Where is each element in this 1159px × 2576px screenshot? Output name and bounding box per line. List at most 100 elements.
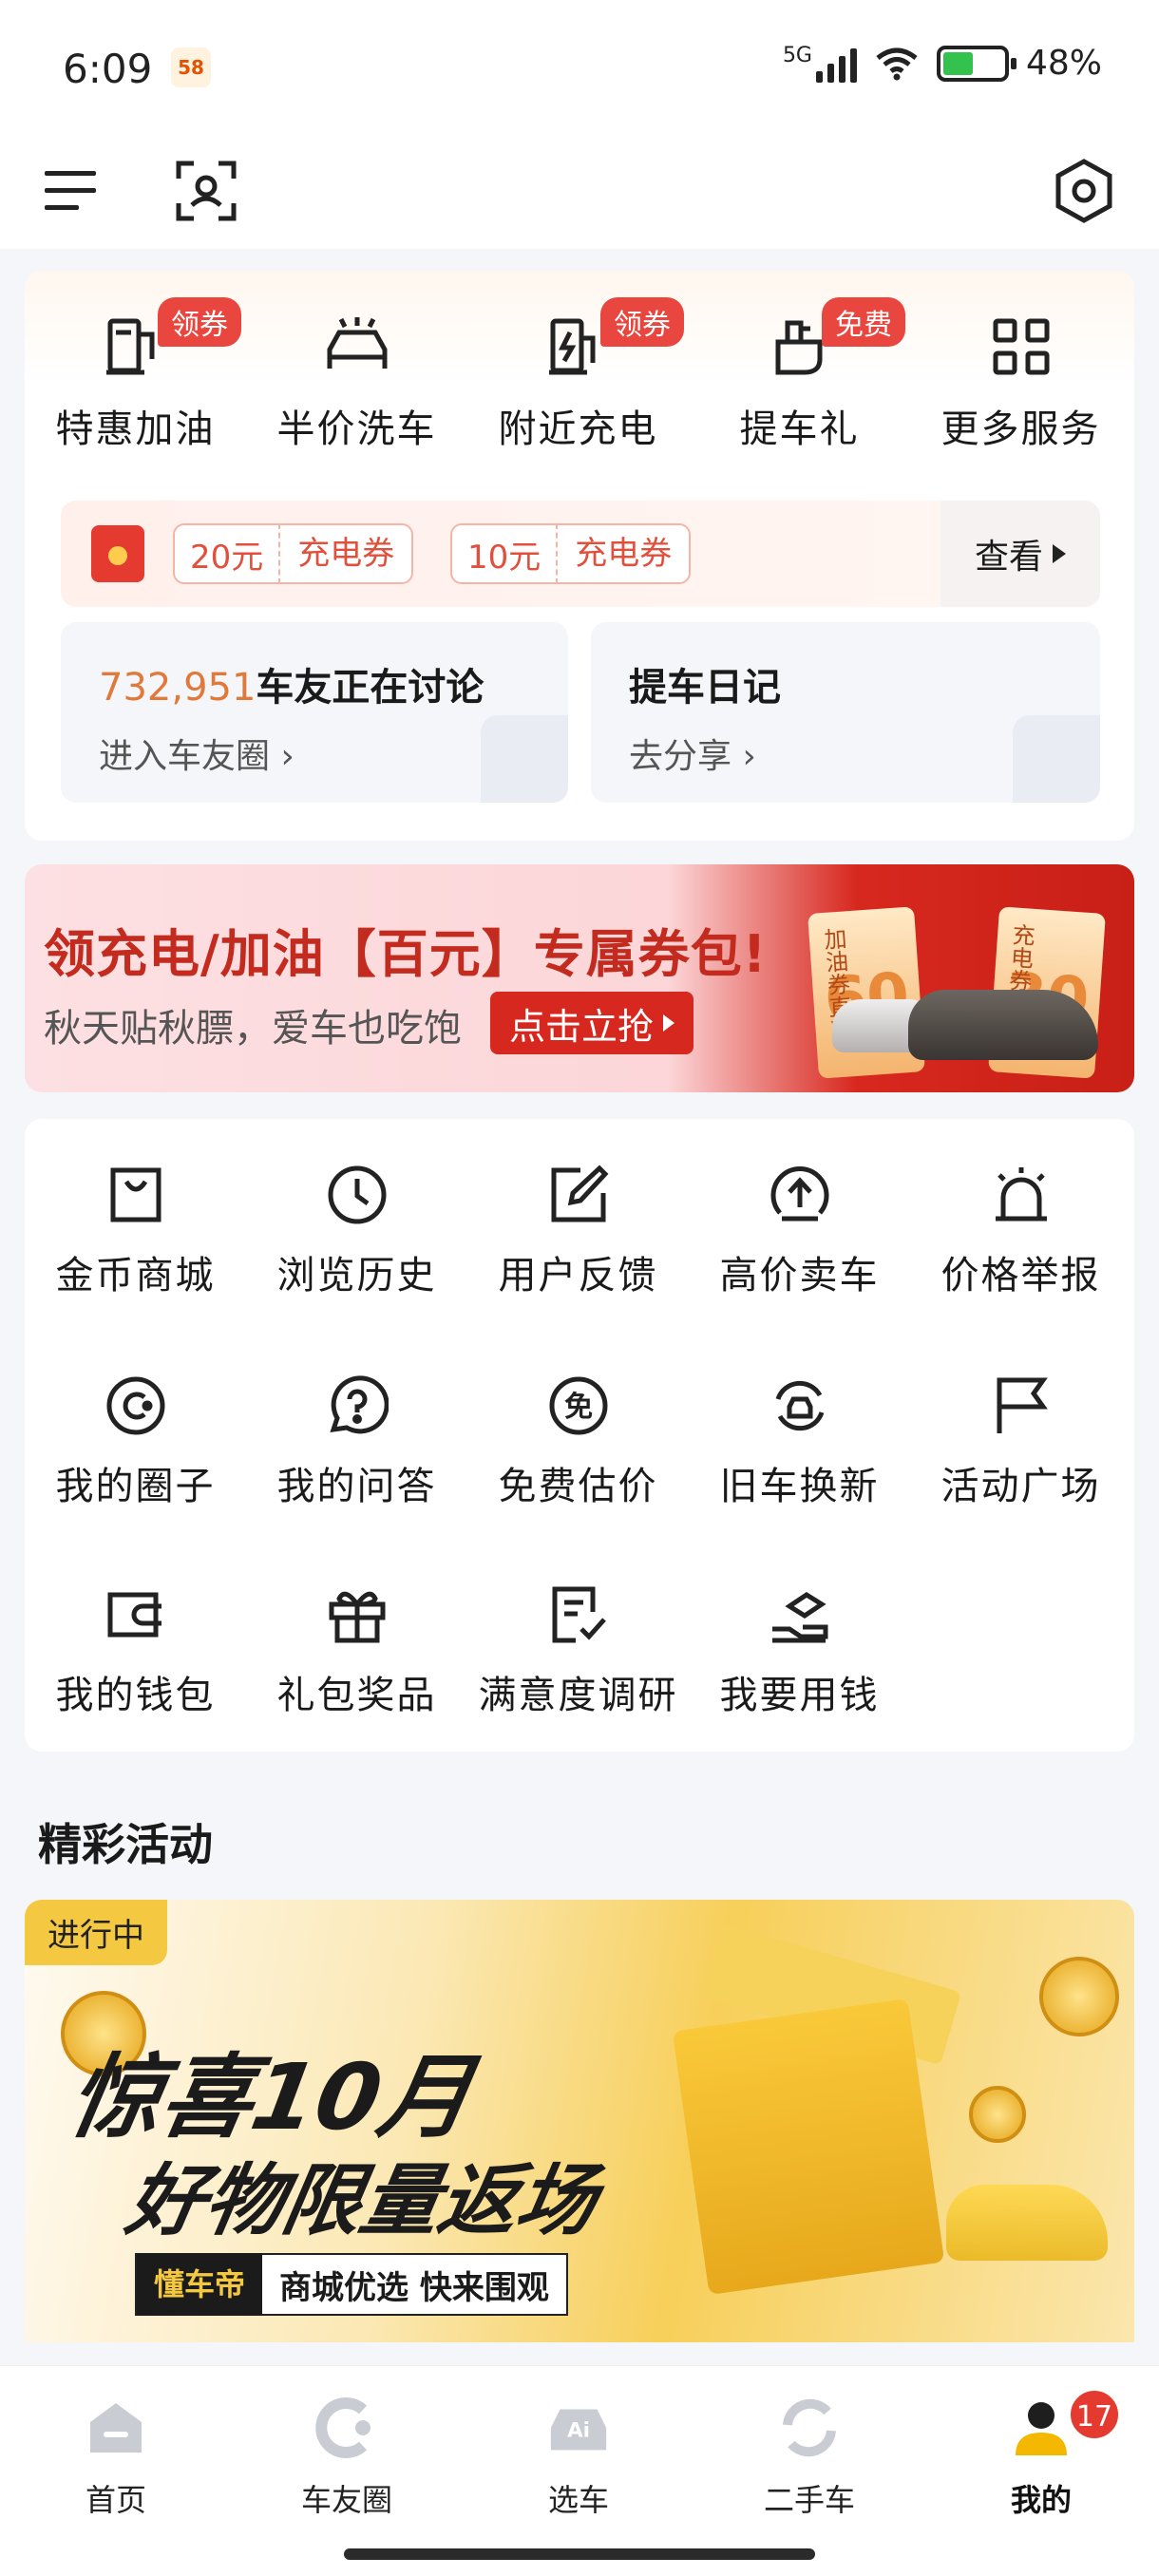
tab-home[interactable]: 首页 (21, 2395, 211, 2520)
services-card: 特惠加油 领券 半价洗车 附近充电 领券 提车礼 免费 更多服务 20元 充电券… (25, 271, 1134, 841)
coupon-amount: 10元 (467, 538, 542, 577)
service-fuel[interactable]: 特惠加油 领券 (25, 297, 246, 453)
gift-icon (321, 1579, 393, 1651)
coupon-tag: 领券 (600, 297, 684, 347)
tool-label: 用户反馈 (498, 1254, 658, 1297)
app-notification-icon: 58 (171, 47, 211, 87)
coupon-type: 充电券 (278, 523, 411, 584)
coin-icon (1039, 1957, 1119, 2036)
signal-icon (815, 45, 857, 83)
menu-icon[interactable] (38, 158, 104, 224)
tab-label: 首页 (85, 2482, 146, 2518)
free-badge-icon: 免 (542, 1370, 615, 1442)
tool-trade-in[interactable]: 旧车换新 (689, 1370, 910, 1510)
tool-my-qa[interactable]: 我的问答 (246, 1370, 467, 1510)
tool-gift-prizes[interactable]: 礼包奖品 (246, 1579, 467, 1719)
tool-label: 免费估价 (498, 1465, 658, 1508)
service-car-wash[interactable]: 半价洗车 (246, 309, 467, 453)
tool-label: 活动广场 (940, 1465, 1101, 1508)
tool-wallet[interactable]: 我的钱包 (25, 1579, 246, 1719)
coupon-chip[interactable]: 10元 充电券 (450, 523, 692, 584)
view-label: 查看 (974, 538, 1043, 577)
car-exchange-icon (764, 1370, 836, 1442)
tool-survey[interactable]: 满意度调研 (467, 1579, 689, 1719)
tab-label: 车友圈 (300, 2482, 392, 2518)
settings-icon[interactable] (1049, 156, 1119, 226)
profile-icon (1008, 2395, 1074, 2461)
play-arrow-icon (1053, 544, 1066, 563)
tool-label: 我的问答 (276, 1465, 437, 1508)
activity-subheadline: 好物限量返场 (120, 2156, 603, 2246)
activity-banner[interactable]: 进行中 惊喜10月 好物限量返场 懂车帝 商城优选 快来围观 (25, 1900, 1134, 2342)
grab-now-button[interactable]: 点击立抢 (490, 992, 694, 1054)
flag-icon (985, 1370, 1057, 1442)
coupon-chip[interactable]: 20元 充电券 (173, 523, 414, 584)
grab-now-label: 点击立抢 (509, 1005, 655, 1048)
service-label: 附近充电 (498, 407, 658, 451)
tool-label: 旧车换新 (719, 1465, 880, 1508)
tool-sell-car[interactable]: 高价卖车 (689, 1159, 910, 1299)
community-card[interactable]: 732,951车友正在讨论 进入车友圈 › (61, 622, 568, 803)
edit-icon (542, 1159, 615, 1231)
top-nav (0, 133, 1159, 249)
promo-banner[interactable]: 领充电/加油【百元】专属券包! 秋天贴秋膘，爱车也吃饱 点击立抢 加油券直减 6… (25, 864, 1134, 1092)
view-coupons-button[interactable]: 查看 (940, 501, 1100, 607)
tool-label: 满意度调研 (478, 1674, 678, 1717)
coupon-tag: 领券 (158, 297, 241, 347)
tool-label: 金币商城 (55, 1254, 216, 1297)
tool-label: 浏览历史 (276, 1254, 437, 1297)
service-label: 半价洗车 (276, 407, 437, 451)
shopping-bag-icon (100, 1159, 172, 1231)
tab-label: 二手车 (763, 2482, 855, 2518)
notification-badge: 17 (1068, 2388, 1121, 2441)
community-icon (314, 2395, 380, 2461)
tool-my-circle[interactable]: 我的圈子 (25, 1370, 246, 1510)
home-icon (83, 2395, 149, 2461)
activity-tagline: 懂车帝 商城优选 快来围观 (135, 2253, 568, 2316)
service-delivery-gift[interactable]: 提车礼 免费 (689, 297, 910, 453)
tool-feedback[interactable]: 用户反馈 (467, 1159, 689, 1299)
svg-text:免: 免 (564, 1391, 593, 1424)
service-charging[interactable]: 附近充电 领券 (467, 297, 689, 453)
voucher-label: 充电券 (1004, 922, 1036, 993)
tab-community[interactable]: 车友圈 (252, 2395, 442, 2520)
coin-icon (969, 2086, 1026, 2143)
tool-free-valuation[interactable]: 免 免费估价 (467, 1370, 689, 1510)
tool-history[interactable]: 浏览历史 (246, 1159, 467, 1299)
community-link[interactable]: 进入车友圈 › (99, 729, 294, 778)
car-image (908, 990, 1098, 1060)
wifi-icon (876, 47, 918, 80)
car-select-icon: Ai (545, 2395, 612, 2461)
tab-label: 我的 (1010, 2482, 1072, 2518)
in-progress-badge: 进行中 (25, 1900, 167, 1965)
tool-label: 我要用钱 (719, 1674, 880, 1717)
play-arrow-icon (663, 1014, 675, 1032)
tool-label: 我的钱包 (55, 1674, 216, 1717)
service-label: 提车礼 (739, 407, 860, 451)
tool-loan[interactable]: 我要用钱 (689, 1579, 910, 1719)
scan-icon[interactable] (171, 156, 241, 226)
tool-coin-mall[interactable]: 金币商城 (25, 1159, 246, 1299)
tool-price-report[interactable]: 价格举报 (910, 1159, 1131, 1299)
diary-title: 提车日记 (629, 666, 781, 710)
home-indicator[interactable] (344, 2548, 815, 2560)
diary-link[interactable]: 去分享 › (629, 729, 756, 778)
service-more[interactable]: 更多服务 (910, 309, 1131, 453)
community-count: 732,951 (99, 666, 256, 710)
grid-icon (983, 309, 1059, 385)
services-row: 特惠加油 领券 半价洗车 附近充电 领券 提车礼 免费 更多服务 (25, 297, 1134, 453)
tab-car-select[interactable]: Ai 选车 (484, 2395, 674, 2520)
hand-coin-icon (764, 1579, 836, 1651)
coupon-bar[interactable]: 20元 充电券 10元 充电券 查看 (61, 501, 1100, 607)
tab-used-car[interactable]: 二手车 (714, 2395, 904, 2520)
diary-card[interactable]: 提车日记 去分享 › (591, 622, 1100, 803)
section-title-activities: 精彩活动 (38, 1819, 213, 1870)
brand-logo: 懂车帝 (137, 2253, 263, 2316)
car-wash-icon (319, 309, 395, 385)
tool-activity-square[interactable]: 活动广场 (910, 1370, 1131, 1510)
chat-deco-icon (1013, 715, 1100, 803)
battery-icon (936, 45, 1016, 82)
tagline-text: 商城优选 快来围观 (279, 2268, 549, 2307)
upload-circle-icon (764, 1159, 836, 1231)
tab-label: 选车 (547, 2482, 609, 2518)
